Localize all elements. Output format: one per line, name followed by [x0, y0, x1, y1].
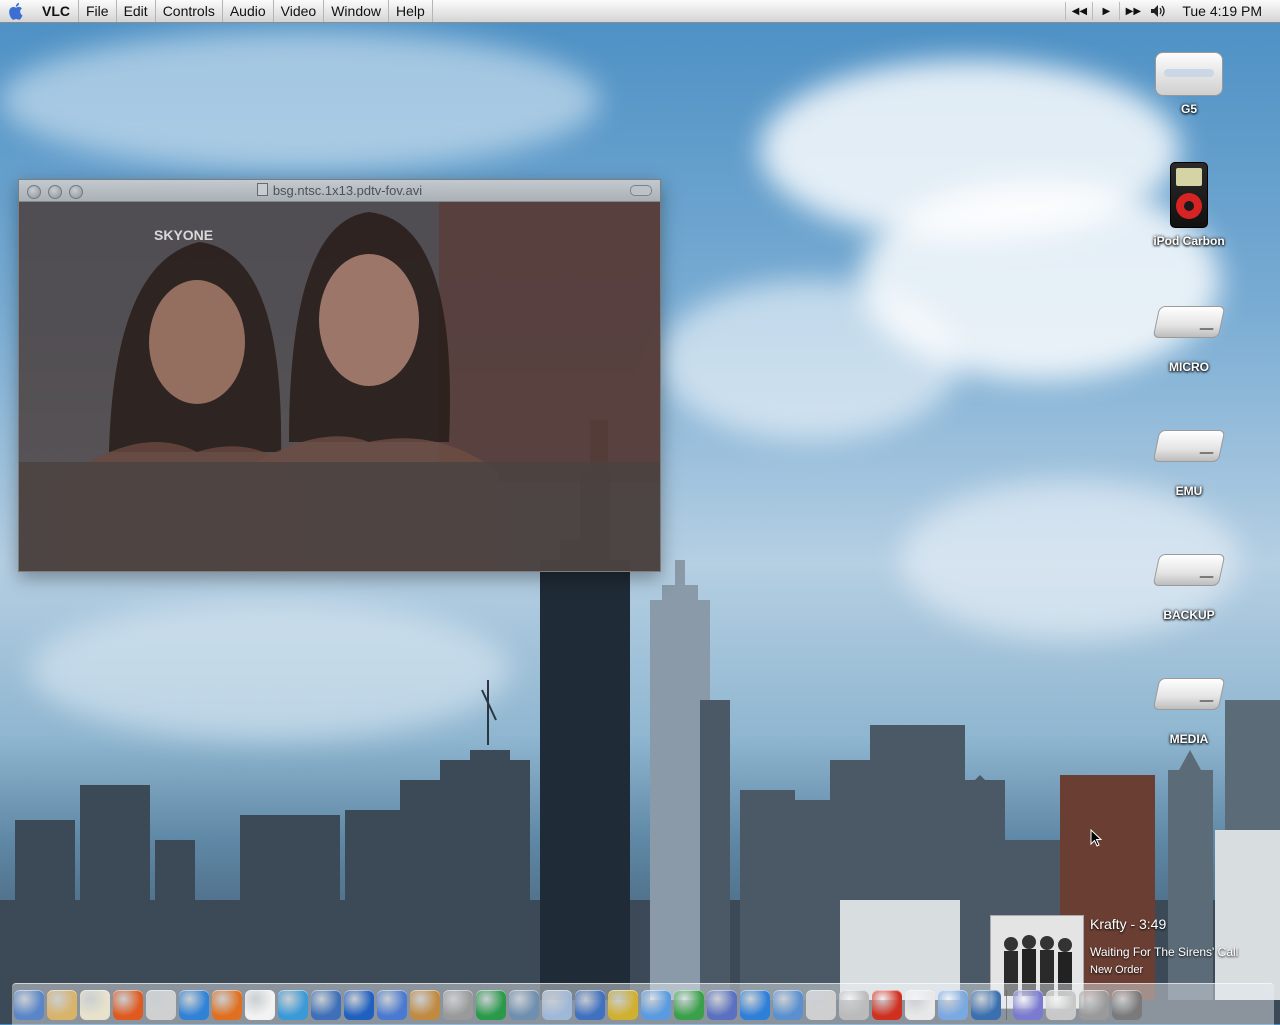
dock-app-icon[interactable] — [1045, 989, 1076, 1020]
dock-app-icon[interactable] — [112, 989, 143, 1020]
menu-controls[interactable]: Controls — [156, 0, 223, 22]
dock-app-icon[interactable] — [211, 989, 242, 1020]
cloud — [660, 280, 960, 440]
window-title-text: bsg.ntsc.1x13.pdtv-fov.avi — [272, 183, 423, 198]
dock-app-icon[interactable] — [574, 989, 605, 1020]
desktop-icon-emu[interactable]: EMU — [1134, 430, 1244, 498]
dock-app-icon[interactable] — [1111, 989, 1142, 1020]
dock-app-icon[interactable] — [673, 989, 704, 1020]
dock-app-icon[interactable] — [310, 989, 341, 1020]
volume-icon[interactable] — [1146, 2, 1172, 20]
mouse-cursor-icon — [1090, 829, 1102, 847]
desktop-icon-label: MEDIA — [1169, 732, 1209, 746]
drive-icon — [1152, 554, 1226, 586]
dock-app-icon[interactable] — [937, 989, 968, 1020]
drive-icon — [1152, 430, 1226, 462]
menubar-clock[interactable]: Tue 4:19 PM — [1172, 3, 1280, 19]
desktop-icon-label: MICRO — [1169, 360, 1209, 374]
dock-app-icon[interactable] — [178, 989, 209, 1020]
dock-app-icon[interactable] — [13, 989, 44, 1020]
dock-app-icon[interactable] — [838, 989, 869, 1020]
dock-app-icon[interactable] — [541, 989, 572, 1020]
dock-app-icon[interactable] — [409, 989, 440, 1020]
desktop-icon-ipod[interactable]: iPod Carbon — [1134, 162, 1244, 248]
dock-app-icon[interactable] — [442, 989, 473, 1020]
desktop-icon-media[interactable]: MEDIA — [1134, 678, 1244, 746]
dock-app-icon[interactable] — [1012, 989, 1043, 1020]
dock-app-icon[interactable] — [805, 989, 836, 1020]
window-title: bsg.ntsc.1x13.pdtv-fov.avi — [19, 183, 660, 198]
dock-app-icon[interactable] — [871, 989, 902, 1020]
dock-app-icon[interactable] — [970, 989, 1001, 1020]
dock-app-icon[interactable] — [145, 989, 176, 1020]
video-still: SKYONE — [19, 202, 660, 571]
dock-app-icon[interactable] — [772, 989, 803, 1020]
dock-app-icon[interactable] — [904, 989, 935, 1020]
cloud — [0, 30, 600, 170]
dock — [12, 983, 1274, 1025]
dock-separator — [1006, 989, 1007, 1020]
desktop-icon-label: G5 — [1180, 102, 1197, 116]
menu-window[interactable]: Window — [324, 0, 389, 22]
cloud — [30, 600, 510, 740]
dock-app-icon[interactable] — [706, 989, 737, 1020]
menu-video[interactable]: Video — [274, 0, 325, 22]
menu-file[interactable]: File — [79, 0, 117, 22]
dock-app-icon[interactable] — [244, 989, 275, 1020]
menu-help[interactable]: Help — [389, 0, 433, 22]
dock-app-icon[interactable] — [475, 989, 506, 1020]
dock-app-icon[interactable] — [277, 989, 308, 1020]
menu-app-name[interactable]: VLC — [34, 0, 79, 22]
ipod-icon — [1170, 162, 1208, 228]
document-icon — [256, 183, 268, 196]
now-playing-track: Krafty - 3:49 — [1090, 916, 1167, 932]
dock-app-icon[interactable] — [607, 989, 638, 1020]
desktop-icon-label: iPod Carbon — [1153, 234, 1225, 248]
desktop-icon-label: BACKUP — [1163, 608, 1215, 622]
desktop-icon-micro[interactable]: MICRO — [1134, 306, 1244, 374]
menubar-extras: ◀◀ ▶ ▶▶ Tue 4:19 PM — [1065, 0, 1280, 22]
video-frame[interactable]: SKYONE — [19, 202, 660, 571]
previous-track-icon[interactable]: ◀◀ — [1065, 2, 1092, 20]
now-playing-album: Waiting For The Sirens' Call — [1090, 945, 1239, 959]
menu-bar: VLC File Edit Controls Audio Video Windo… — [0, 0, 1280, 23]
desktop-icon-backup[interactable]: BACKUP — [1134, 554, 1244, 622]
dock-app-icon[interactable] — [376, 989, 407, 1020]
menu-edit[interactable]: Edit — [117, 0, 156, 22]
window-title-bar[interactable]: bsg.ntsc.1x13.pdtv-fov.avi — [19, 180, 660, 202]
desktop-icon-g5[interactable]: G5 — [1134, 52, 1244, 116]
dock-app-icon[interactable] — [46, 989, 77, 1020]
play-icon[interactable]: ▶ — [1092, 2, 1119, 20]
apple-menu-icon[interactable] — [0, 0, 34, 22]
dock-app-icon[interactable] — [739, 989, 770, 1020]
vlc-video-window[interactable]: bsg.ntsc.1x13.pdtv-fov.avi SKYONE — [18, 179, 661, 572]
dock-app-icon[interactable] — [508, 989, 539, 1020]
menu-audio[interactable]: Audio — [223, 0, 274, 22]
next-track-icon[interactable]: ▶▶ — [1119, 2, 1146, 20]
toolbar-toggle-button[interactable] — [630, 185, 652, 196]
drive-icon — [1152, 306, 1226, 338]
desktop-icon-label: EMU — [1175, 484, 1203, 498]
drive-icon — [1152, 678, 1226, 710]
channel-watermark: SKYONE — [154, 227, 213, 243]
dock-app-icon[interactable] — [640, 989, 671, 1020]
now-playing-artist: New Order — [1090, 964, 1144, 976]
dock-app-icon[interactable] — [1078, 989, 1109, 1020]
dock-app-icon[interactable] — [343, 989, 374, 1020]
mac-mini-icon — [1155, 52, 1223, 96]
dock-app-icon[interactable] — [79, 989, 110, 1020]
